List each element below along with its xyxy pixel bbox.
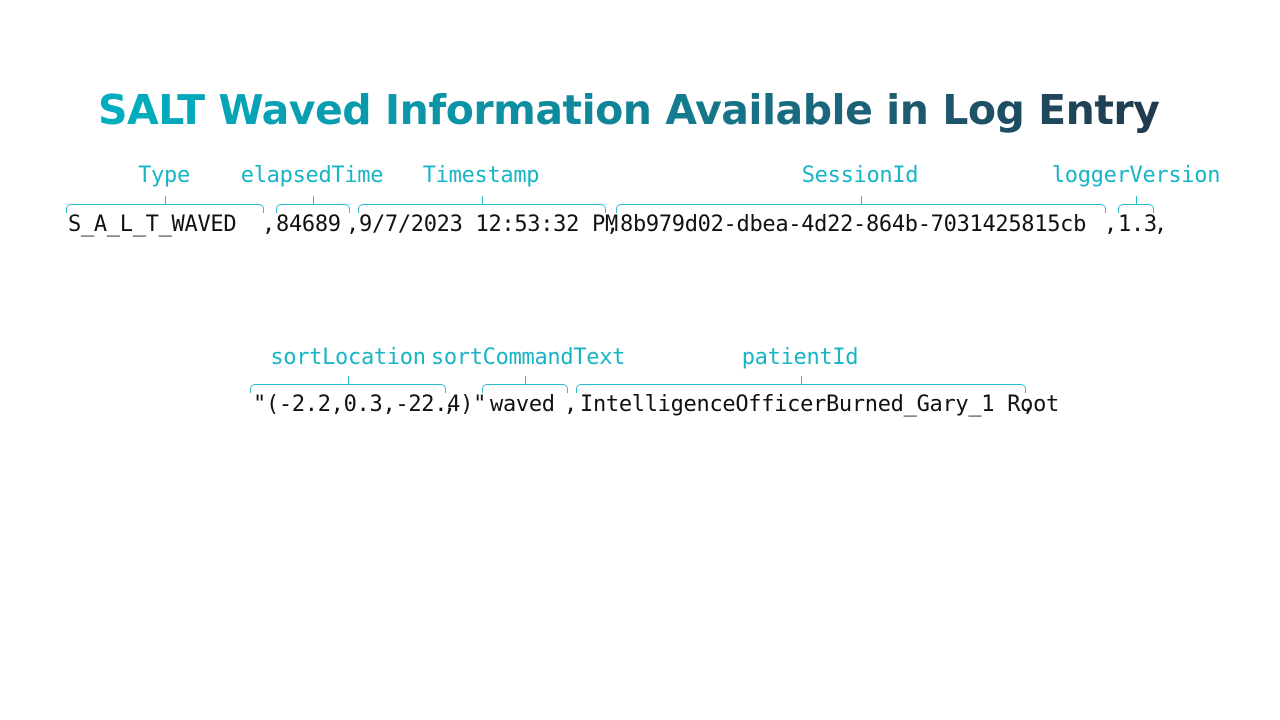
separator: , — [346, 212, 359, 237]
label-patient-id: patientId — [741, 345, 859, 370]
separator: , — [1022, 392, 1035, 417]
value-sort-command-text: waved — [490, 392, 555, 417]
value-type: S_A_L_T_WAVED — [68, 212, 237, 237]
separator: , — [1154, 212, 1167, 237]
value-timestamp: 9/7/2023 12:53:32 PM — [359, 212, 618, 237]
label-sort-location: sortLocation — [270, 345, 426, 370]
page-title: SALT Waved Information Available in Log … — [98, 86, 1160, 134]
value-elapsed-time: 84689 — [276, 212, 341, 237]
label-timestamp: Timestamp — [422, 163, 540, 188]
separator: , — [606, 212, 619, 237]
value-patient-id: IntelligenceOfficerBurned_Gary_1 Root — [580, 392, 1059, 417]
separator: , — [443, 392, 456, 417]
label-sort-command-text: sortCommandText — [430, 345, 626, 370]
value-logger-version: 1.3 — [1118, 212, 1157, 237]
separator: , — [1104, 212, 1117, 237]
separator: , — [564, 392, 577, 417]
label-logger-version: loggerVersion — [1051, 163, 1221, 188]
label-session-id: SessionId — [801, 163, 919, 188]
separator: , — [262, 212, 275, 237]
label-elapsed-time: elapsedTime — [240, 163, 384, 188]
value-session-id: 8b979d02-dbea-4d22-864b-7031425815cb — [620, 212, 1087, 237]
label-type: Type — [138, 163, 190, 188]
